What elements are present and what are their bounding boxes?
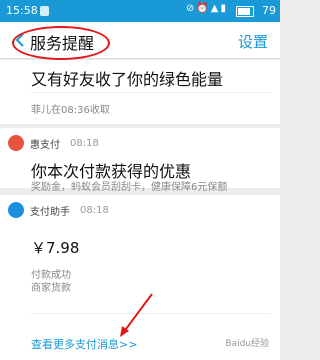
settings-button[interactable]: 设置 <box>238 31 268 52</box>
message-time: 08:18 <box>70 137 99 149</box>
divider <box>31 313 270 314</box>
status-time: 15:58 <box>6 4 38 17</box>
payment-assistant-icon <box>8 202 24 218</box>
app-row: 支付助手 08:18 <box>8 201 109 219</box>
app-name: 支付助手 <box>30 206 70 218</box>
shield-icon <box>40 6 49 16</box>
status-bar: 15:58 ⊘⏰▲▮ 79 <box>0 0 280 22</box>
app-name: 惠支付 <box>30 139 60 151</box>
message-time: 08:18 <box>80 204 109 216</box>
title-annotation-circle <box>12 26 110 60</box>
hui-pay-icon <box>8 135 24 151</box>
alarm-icon: ⏰ <box>196 3 211 14</box>
app-row: 惠支付 08:18 <box>8 134 99 152</box>
discount-notification-card[interactable]: 惠支付 08:18 你本次付款获得的优惠 奖励金，蚂蚁会员刮刮卡，健康保障6元保… <box>0 128 280 193</box>
card-detail: 菲儿在08:36收取 <box>31 105 110 116</box>
battery-icon <box>236 6 254 17</box>
payment-merchant: 商家货款 <box>31 283 71 294</box>
battery-level: 79 <box>262 4 276 17</box>
watermark: Baidu经验 <box>222 335 272 350</box>
payment-amount: ￥7.98 <box>31 239 80 257</box>
energy-notification-card[interactable]: 又有好友收了你的绿色能量 菲儿在08:36收取 <box>0 60 280 124</box>
mute-icon: ⊘ <box>185 3 197 14</box>
signal-icon: ▮ <box>220 3 228 14</box>
card-headline: 又有好友收了你的绿色能量 <box>31 70 224 89</box>
nav-bar: 服务提醒 设置 <box>0 22 280 60</box>
status-icons: ⊘⏰▲▮ <box>186 3 228 14</box>
divider <box>31 92 270 93</box>
card-detail: 奖励金，蚂蚁会员刮刮卡，健康保障6元保额 <box>31 182 228 193</box>
